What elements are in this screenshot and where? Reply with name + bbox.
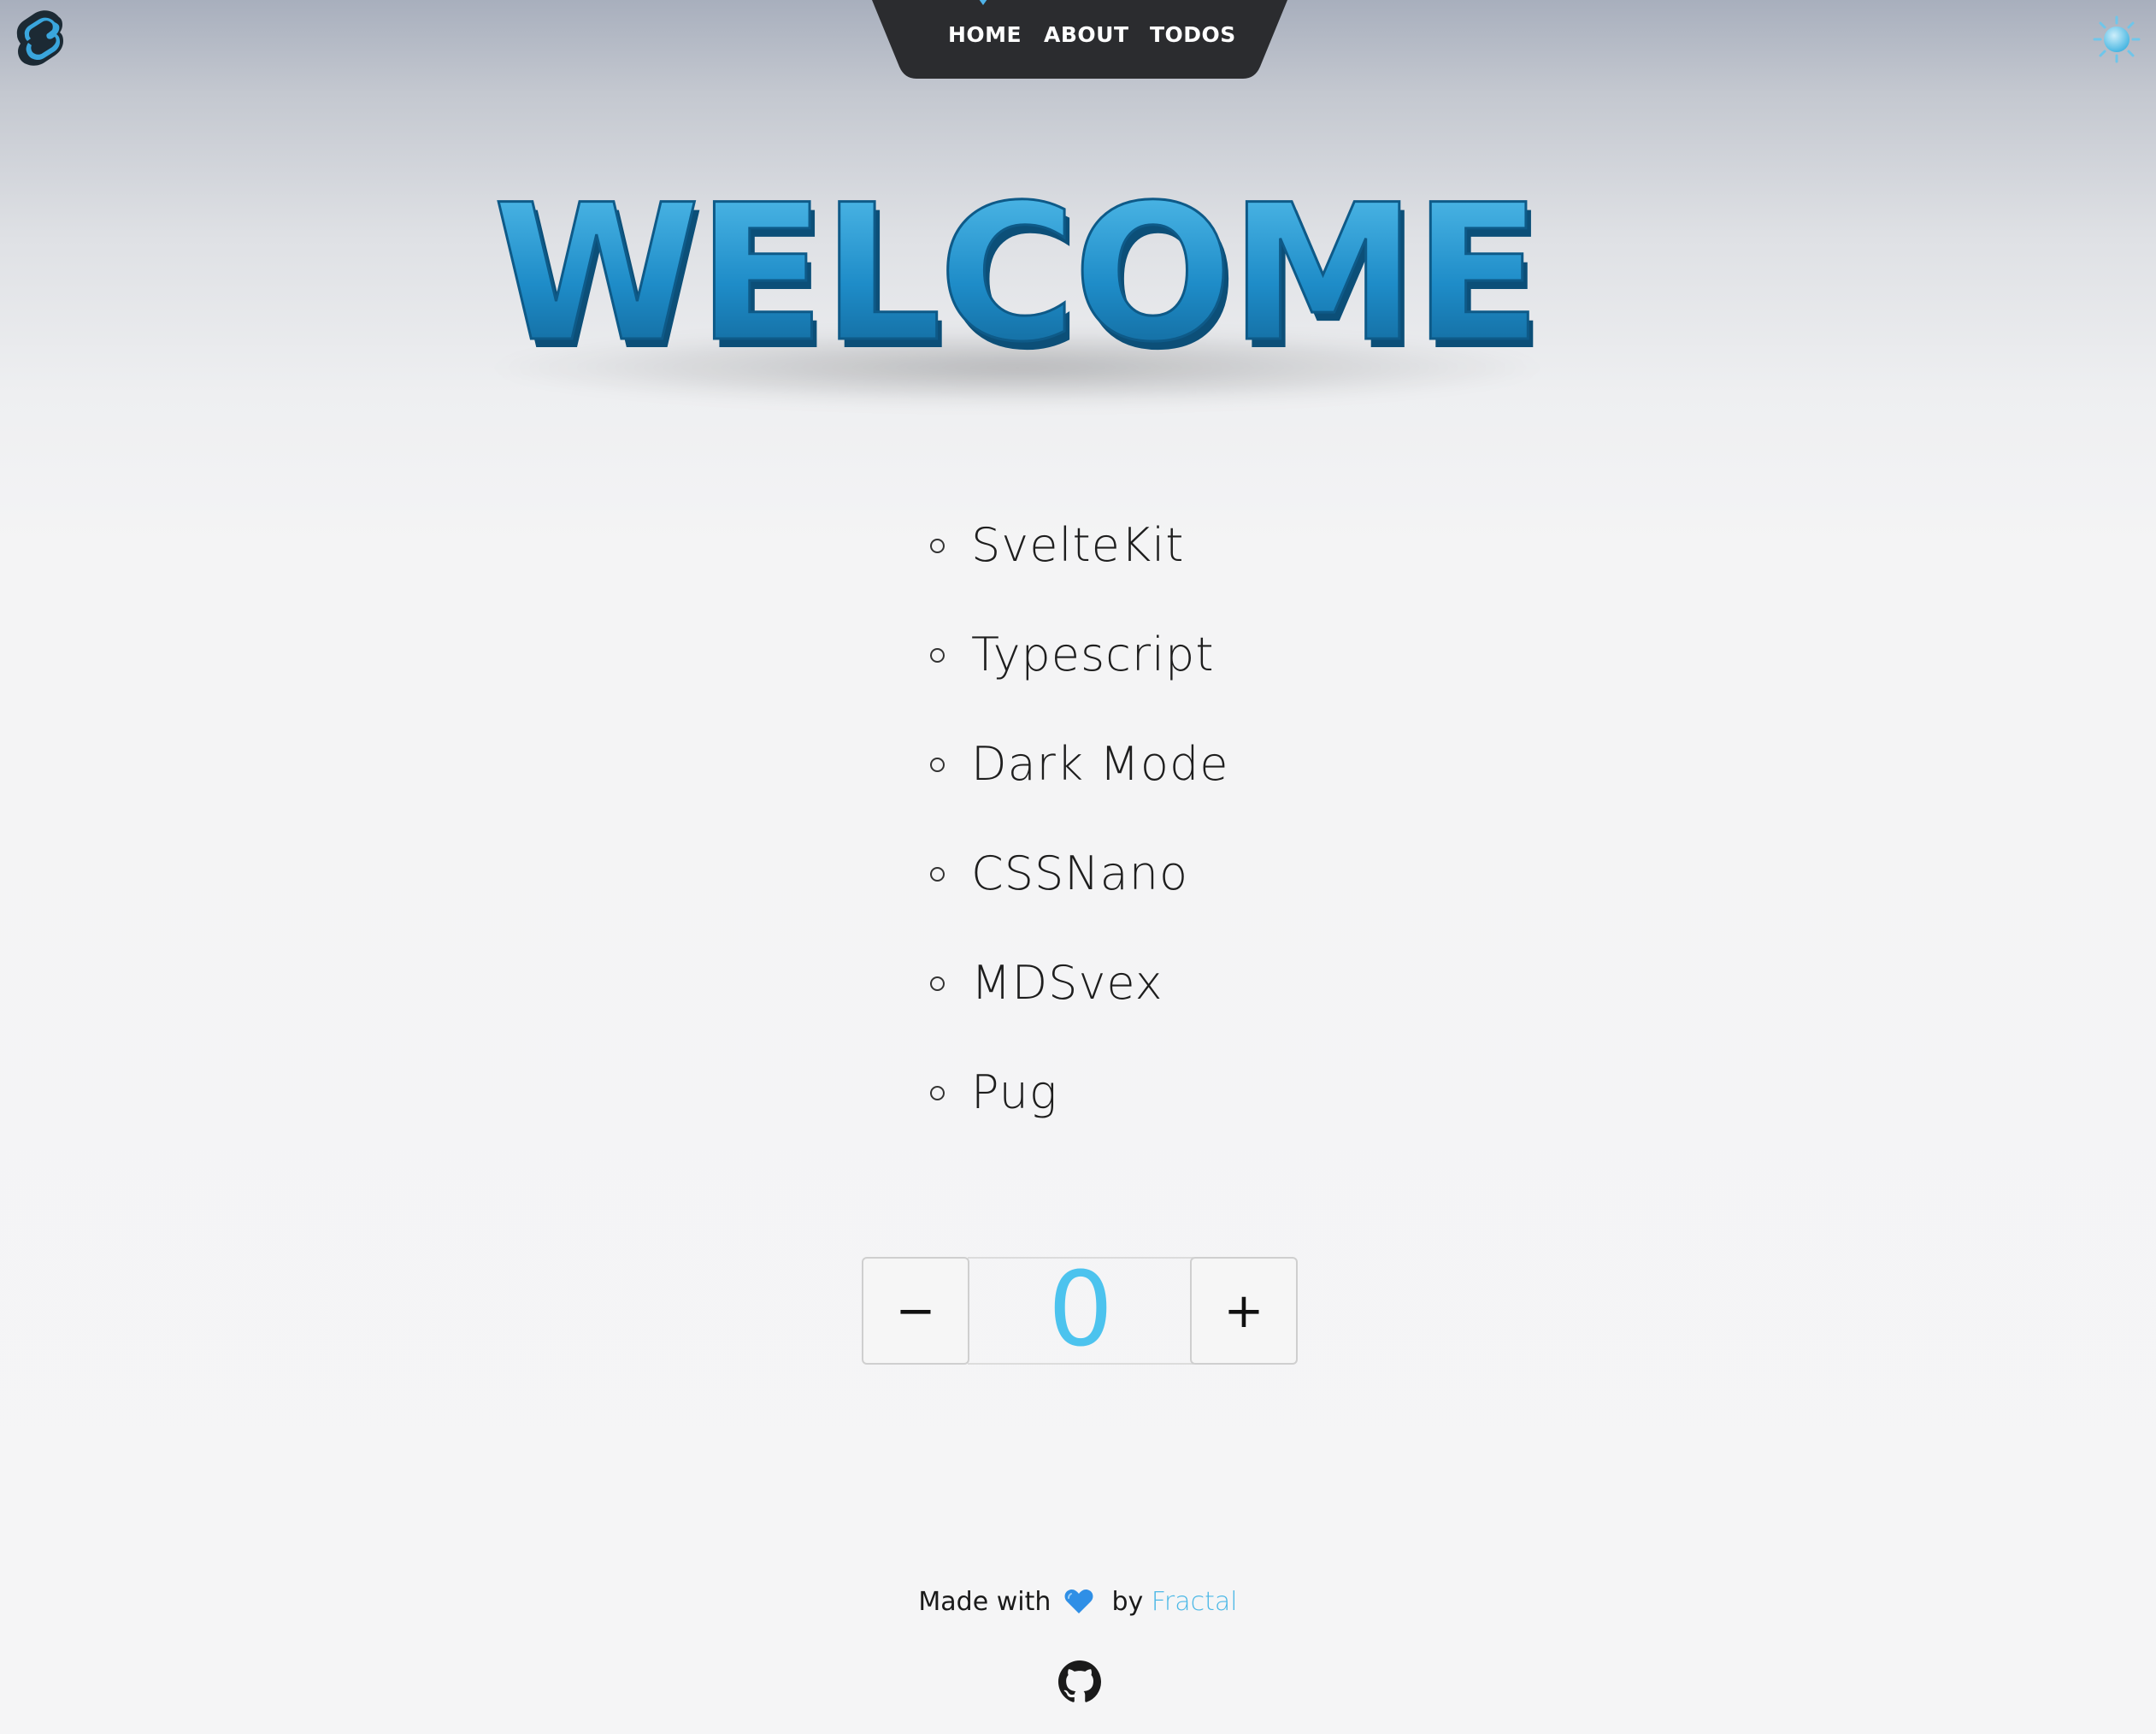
svelte-logo-icon[interactable]: [15, 10, 67, 67]
list-item: SvelteKit: [923, 510, 1228, 619]
feature-list: SvelteKit Typescript Dark Mode CSSNano M…: [923, 510, 1228, 1166]
sun-icon: [2093, 15, 2141, 63]
feature-label: Typescript: [971, 628, 1215, 681]
bullet-icon: [930, 648, 945, 663]
footer-by: by: [1111, 1587, 1144, 1617]
welcome-title: WELCOME: [493, 164, 1539, 383]
blue-heart-icon: [1064, 1589, 1093, 1613]
increment-button[interactable]: +: [1190, 1257, 1298, 1365]
decrement-button[interactable]: −: [862, 1257, 969, 1365]
main-nav: HOME ABOUT TODOS: [872, 0, 1287, 79]
feature-label: CSSNano: [971, 846, 1189, 900]
bullet-icon: [930, 867, 945, 882]
list-item: CSSNano: [923, 838, 1228, 947]
footer-made-with: Made with: [918, 1587, 1051, 1617]
bullet-icon: [930, 539, 945, 553]
nav-link-todos[interactable]: TODOS: [1150, 22, 1236, 47]
bullet-icon: [930, 976, 945, 991]
list-item: Pug: [923, 1057, 1228, 1166]
author-link[interactable]: Fractal: [1152, 1587, 1238, 1617]
theme-toggle-button[interactable]: [2093, 15, 2141, 63]
nav-link-home[interactable]: HOME: [948, 22, 1022, 47]
feature-label: Pug: [971, 1065, 1058, 1119]
bullet-icon: [930, 758, 945, 772]
list-item: Typescript: [923, 619, 1228, 728]
feature-label: MDSvex: [971, 956, 1163, 1010]
github-icon[interactable]: [1058, 1660, 1101, 1703]
bullet-icon: [930, 1086, 945, 1100]
counter-value: 0: [968, 1257, 1193, 1365]
hero-welcome: WELCOME WELCOME: [359, 111, 1658, 453]
footer: Made with by Fractal: [0, 1587, 2156, 1618]
nav-link-about[interactable]: ABOUT: [1044, 22, 1129, 47]
feature-label: Dark Mode: [971, 737, 1229, 791]
list-item: Dark Mode: [923, 728, 1228, 838]
welcome-3d-title: WELCOME WELCOME: [487, 163, 1547, 407]
feature-label: SvelteKit: [971, 518, 1185, 572]
list-item: MDSvex: [923, 947, 1228, 1057]
counter: − 0 +: [862, 1257, 1299, 1366]
